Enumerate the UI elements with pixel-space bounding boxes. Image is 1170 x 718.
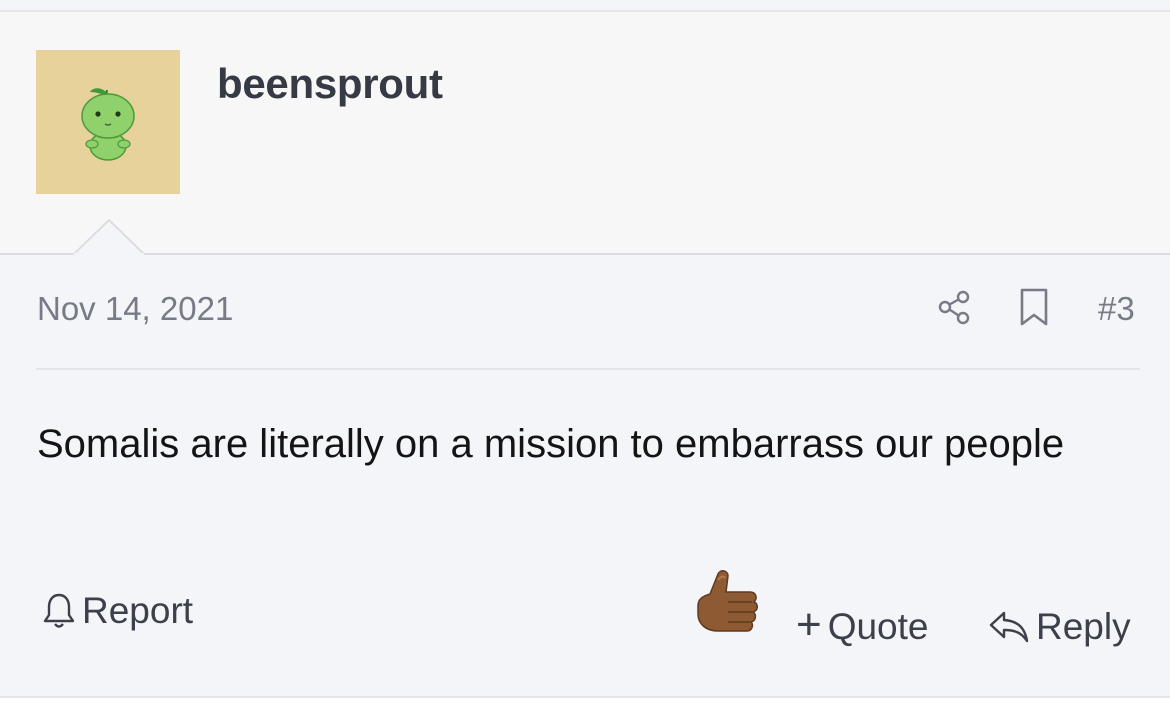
next-post-edge [0, 698, 1170, 718]
message-user-header: beensprout [0, 12, 1170, 255]
bell-icon [43, 593, 75, 628]
user-avatar[interactable] [36, 50, 180, 194]
share-icon[interactable] [934, 287, 974, 327]
report-button[interactable]: Report [42, 589, 193, 633]
reply-button[interactable]: Reply [988, 606, 1131, 648]
bookmark-icon[interactable] [1017, 287, 1051, 327]
thumbs-up-emoji[interactable] [688, 566, 762, 644]
plus-icon: + [796, 600, 822, 649]
post-body: Somalis are literally on a mission to em… [37, 422, 1065, 466]
quote-label: Quote [827, 606, 929, 647]
post-permalink-number[interactable]: #3 [1098, 290, 1135, 328]
sprout-mascot-icon [81, 88, 135, 161]
quote-button[interactable]: + Quote [796, 600, 929, 649]
reply-arrow-icon [989, 611, 1029, 643]
post-header-divider [36, 368, 1140, 370]
message-arrow [74, 219, 144, 255]
report-label: Report [82, 590, 194, 631]
reply-label: Reply [1036, 606, 1131, 647]
username[interactable]: beensprout [217, 60, 443, 108]
post-date[interactable]: Nov 14, 2021 [37, 290, 233, 328]
